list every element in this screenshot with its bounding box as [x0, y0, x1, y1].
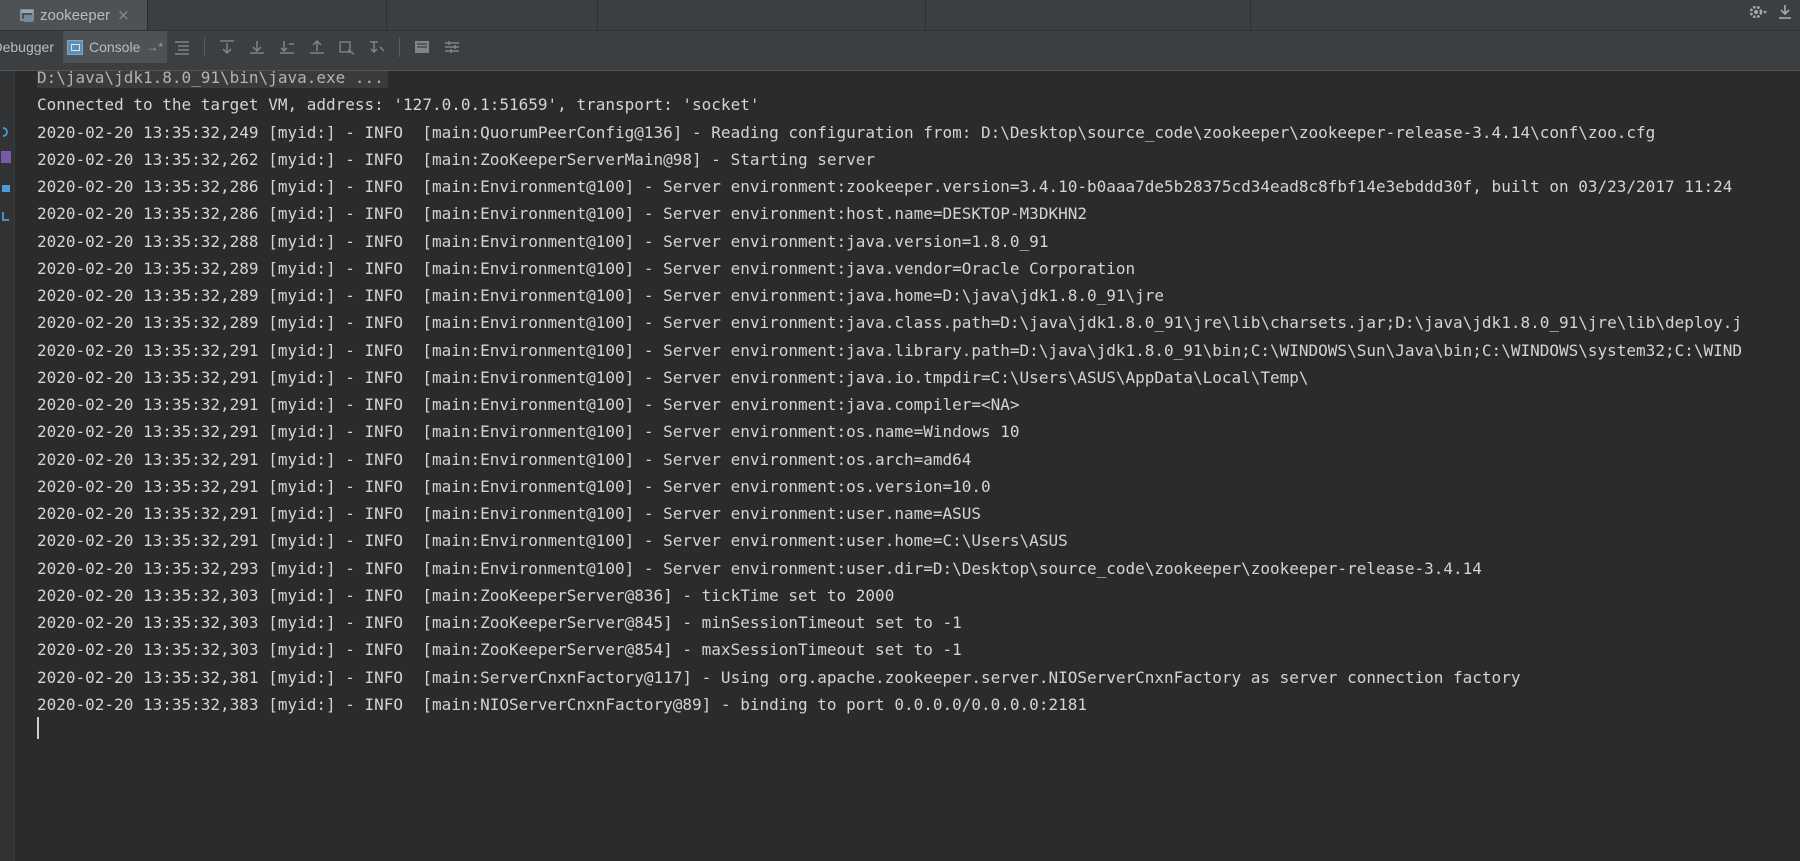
step-into-icon[interactable] — [277, 38, 297, 56]
close-icon[interactable]: × — [117, 6, 130, 24]
debug-toolbar: Debugger Console →* — [0, 31, 1800, 63]
trace-settings-icon[interactable] — [172, 38, 192, 56]
console-line: 2020-02-20 13:35:32,289 [myid:] - INFO [… — [37, 286, 1165, 305]
tab-debugger-label: Debugger — [0, 39, 54, 55]
console-line: 2020-02-20 13:35:32,289 [myid:] - INFO [… — [37, 259, 1136, 278]
gear-icon[interactable] — [1748, 3, 1768, 25]
console-output[interactable]: D:\java\jdk1.8.0_91\bin\java.exe ... Con… — [15, 71, 1800, 861]
tab-console[interactable]: Console →* — [63, 31, 167, 63]
download-icon[interactable] — [1778, 4, 1792, 24]
console-line: 2020-02-20 13:35:32,289 [myid:] - INFO [… — [37, 313, 1743, 332]
text-cursor — [37, 717, 39, 739]
console-line: 2020-02-20 13:35:32,291 [myid:] - INFO [… — [37, 450, 972, 469]
console-line: Connected to the target VM, address: '12… — [37, 95, 760, 114]
console-line: 2020-02-20 13:35:32,262 [myid:] - INFO [… — [37, 150, 876, 169]
console-left-gutter — [0, 71, 15, 861]
console-line: 2020-02-20 13:35:32,303 [myid:] - INFO [… — [37, 586, 895, 605]
console-line: 2020-02-20 13:35:32,291 [myid:] - INFO [… — [37, 422, 1020, 441]
evaluate-expression-icon[interactable] — [412, 38, 432, 56]
pin-icon[interactable]: →* — [146, 40, 163, 54]
tab-debugger[interactable]: Debugger — [0, 31, 56, 63]
settings-list-icon[interactable] — [442, 38, 462, 56]
console-line: 2020-02-20 13:35:32,291 [myid:] - INFO [… — [37, 531, 1068, 550]
debug-session-icon[interactable] — [1, 151, 11, 163]
run-to-cursor-icon[interactable] — [367, 38, 387, 56]
console-line: 2020-02-20 13:35:32,288 [myid:] - INFO [… — [37, 232, 1049, 251]
console-line: 2020-02-20 13:35:32,286 [myid:] - INFO [… — [37, 204, 1087, 223]
console-line: 2020-02-20 13:35:32,291 [myid:] - INFO [… — [37, 395, 1020, 414]
restore-layout-icon[interactable] — [1, 207, 11, 221]
console-line: 2020-02-20 13:35:32,286 [myid:] - INFO [… — [37, 177, 1733, 196]
show-execution-point-icon[interactable] — [217, 38, 237, 56]
camera-icon[interactable] — [1, 179, 11, 192]
console-line: 2020-02-20 13:35:32,303 [myid:] - INFO [… — [37, 640, 962, 659]
drop-frame-icon[interactable] — [337, 38, 357, 56]
tab-zookeeper[interactable]: zookeeper × — [0, 0, 148, 30]
toolbar-divider — [204, 37, 205, 57]
console-line: 2020-02-20 13:35:32,291 [myid:] - INFO [… — [37, 477, 991, 496]
console-line: 2020-02-20 13:35:32,291 [myid:] - INFO [… — [37, 341, 1743, 360]
console-icon — [67, 39, 83, 55]
toolbar-divider — [399, 37, 400, 57]
toolbar-spacer — [0, 63, 1800, 71]
console-line-command: D:\java\jdk1.8.0_91\bin\java.exe ... — [37, 71, 388, 88]
console-line: 2020-02-20 13:35:32,381 [myid:] - INFO [… — [37, 668, 1521, 687]
step-over-icon[interactable] — [247, 38, 267, 56]
console-line: 2020-02-20 13:35:32,293 [myid:] - INFO [… — [37, 559, 1482, 578]
editor-tab-bar: zookeeper × — [0, 0, 1800, 31]
console-line: 2020-02-20 13:35:32,291 [myid:] - INFO [… — [37, 504, 982, 523]
console-line: 2020-02-20 13:35:32,303 [myid:] - INFO [… — [37, 613, 962, 632]
console-line: 2020-02-20 13:35:32,249 [myid:] - INFO [… — [37, 123, 1656, 142]
debug-actions — [172, 31, 462, 63]
force-step-into-icon[interactable] — [307, 38, 327, 56]
rerun-icon[interactable] — [1, 123, 11, 137]
console-line: 2020-02-20 13:35:32,291 [myid:] - INFO [… — [37, 368, 1309, 387]
run-config-icon — [20, 8, 34, 22]
tab-console-label: Console — [89, 39, 141, 55]
tab-title: zookeeper — [40, 6, 111, 24]
console-line: 2020-02-20 13:35:32,383 [myid:] - INFO [… — [37, 695, 1087, 714]
